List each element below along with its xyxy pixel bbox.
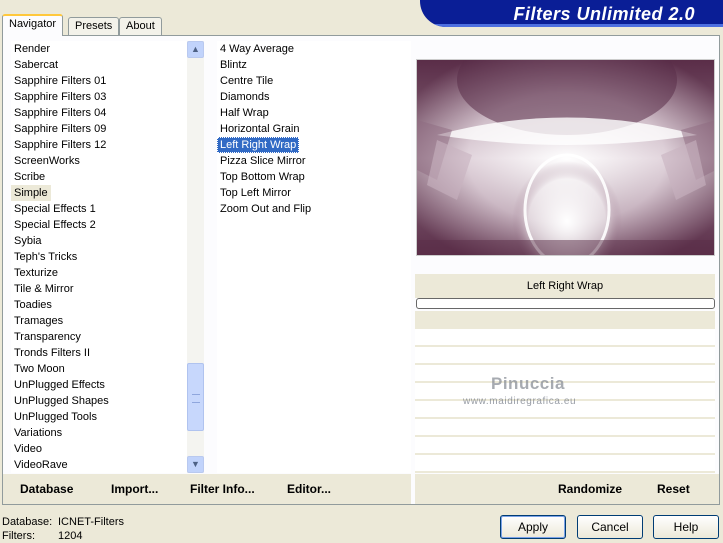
category-item[interactable]: Render bbox=[11, 41, 187, 57]
filter-item[interactable]: Horizontal Grain bbox=[217, 121, 411, 137]
filter-item[interactable]: Half Wrap bbox=[217, 105, 411, 121]
category-item[interactable]: Variations bbox=[11, 425, 187, 441]
category-item[interactable]: Transparency bbox=[11, 329, 187, 345]
navigator-panel: Render Sabercat Sapphire Filters 01 Sapphir… bbox=[2, 35, 720, 505]
bottom-toolbar: Database Import... Filter Info... Editor… bbox=[3, 474, 719, 504]
category-item[interactable]: ScreenWorks bbox=[11, 153, 187, 169]
parameter-row bbox=[415, 365, 715, 381]
editor-button[interactable]: Editor... bbox=[287, 482, 331, 496]
randomize-button[interactable]: Randomize bbox=[558, 482, 622, 496]
progress-bar bbox=[416, 298, 715, 309]
category-item[interactable]: Two Moon bbox=[11, 361, 187, 377]
selected-filter-label: Left Right Wrap bbox=[415, 274, 715, 298]
filter-item[interactable]: Top Bottom Wrap bbox=[217, 169, 411, 185]
database-label: Database: bbox=[2, 516, 53, 528]
preview-image bbox=[416, 59, 715, 256]
category-item[interactable]: Tile & Mirror bbox=[11, 281, 187, 297]
help-button[interactable]: Help bbox=[653, 515, 719, 539]
import-button[interactable]: Import... bbox=[111, 482, 158, 496]
category-item[interactable]: Sybia bbox=[11, 233, 187, 249]
parameter-row bbox=[415, 437, 715, 453]
category-item[interactable]: Special Effects 2 bbox=[11, 217, 187, 233]
app-title: Filters Unlimited 2.0 bbox=[513, 4, 695, 24]
status-area: Database: ICNET-Filters Filters: 1204 bbox=[2, 515, 124, 543]
category-item[interactable]: UnPlugged Tools bbox=[11, 409, 187, 425]
filter-item[interactable]: Left Right Wrap bbox=[217, 137, 300, 153]
category-item[interactable]: Teph's Tricks bbox=[11, 249, 187, 265]
category-item[interactable]: Texturize bbox=[11, 265, 187, 281]
category-item[interactable]: VideoRave bbox=[11, 457, 187, 473]
filter-info-button[interactable]: Filter Info... bbox=[190, 482, 255, 496]
watermark-name: Pinuccia bbox=[491, 374, 565, 393]
category-item[interactable]: Video bbox=[11, 441, 187, 457]
tab-navigator[interactable]: Navigator bbox=[2, 14, 64, 36]
category-list[interactable]: Render Sabercat Sapphire Filters 01 Sapphir… bbox=[11, 41, 187, 473]
database-button[interactable]: Database bbox=[20, 482, 73, 496]
filter-item[interactable]: Centre Tile bbox=[217, 73, 411, 89]
filter-item[interactable]: Diamonds bbox=[217, 89, 411, 105]
parameter-header bbox=[415, 311, 715, 329]
category-item[interactable]: Sapphire Filters 01 bbox=[11, 73, 187, 89]
parameter-row bbox=[415, 347, 715, 363]
cancel-button[interactable]: Cancel bbox=[577, 515, 643, 539]
category-item[interactable]: UnPlugged Effects bbox=[11, 377, 187, 393]
reset-button[interactable]: Reset bbox=[657, 482, 690, 496]
category-item[interactable]: Toadies bbox=[11, 297, 187, 313]
filters-count-label: Filters: bbox=[2, 530, 35, 542]
toolbar-divider bbox=[411, 474, 415, 504]
preview-art bbox=[417, 60, 714, 255]
parameter-row bbox=[415, 419, 715, 435]
category-item[interactable]: Simple bbox=[11, 185, 51, 201]
filter-item[interactable]: 4 Way Average bbox=[217, 41, 411, 57]
scroll-up-arrow-icon[interactable]: ▲ bbox=[187, 41, 204, 58]
filters-count-value: 1204 bbox=[58, 530, 83, 542]
tab-about[interactable]: About bbox=[119, 17, 162, 36]
scroll-thumb[interactable] bbox=[187, 363, 204, 431]
apply-button[interactable]: Apply bbox=[500, 515, 566, 539]
category-item[interactable]: Sapphire Filters 12 bbox=[11, 137, 187, 153]
category-item[interactable]: Scribe bbox=[11, 169, 187, 185]
title-banner: Filters Unlimited 2.0 bbox=[420, 0, 723, 27]
watermark-url: www.maidiregrafica.eu bbox=[463, 396, 577, 407]
filter-item[interactable]: Pizza Slice Mirror bbox=[217, 153, 411, 169]
category-item[interactable]: Tramages bbox=[11, 313, 187, 329]
database-value: ICNET-Filters bbox=[58, 516, 124, 528]
category-item[interactable]: Sapphire Filters 09 bbox=[11, 121, 187, 137]
category-item[interactable]: UnPlugged Shapes bbox=[11, 393, 187, 409]
parameter-row bbox=[415, 455, 715, 471]
category-item[interactable]: Sapphire Filters 03 bbox=[11, 89, 187, 105]
category-item[interactable]: Special Effects 1 bbox=[11, 201, 187, 217]
category-scrollbar[interactable]: ▲ ▼ bbox=[187, 41, 204, 473]
category-item[interactable]: Tronds Filters II bbox=[11, 345, 187, 361]
filter-item[interactable]: Top Left Mirror bbox=[217, 185, 411, 201]
filter-item[interactable]: Blintz bbox=[217, 57, 411, 73]
scroll-down-arrow-icon[interactable]: ▼ bbox=[187, 456, 204, 473]
filter-item[interactable]: Zoom Out and Flip bbox=[217, 201, 411, 217]
category-item[interactable]: Sabercat bbox=[11, 57, 187, 73]
category-item[interactable]: Sapphire Filters 04 bbox=[11, 105, 187, 121]
tab-presets[interactable]: Presets bbox=[68, 17, 120, 36]
parameter-row bbox=[415, 329, 715, 345]
filter-list[interactable]: 4 Way Average Blintz Centre Tile Diamonds Ha… bbox=[217, 41, 411, 473]
